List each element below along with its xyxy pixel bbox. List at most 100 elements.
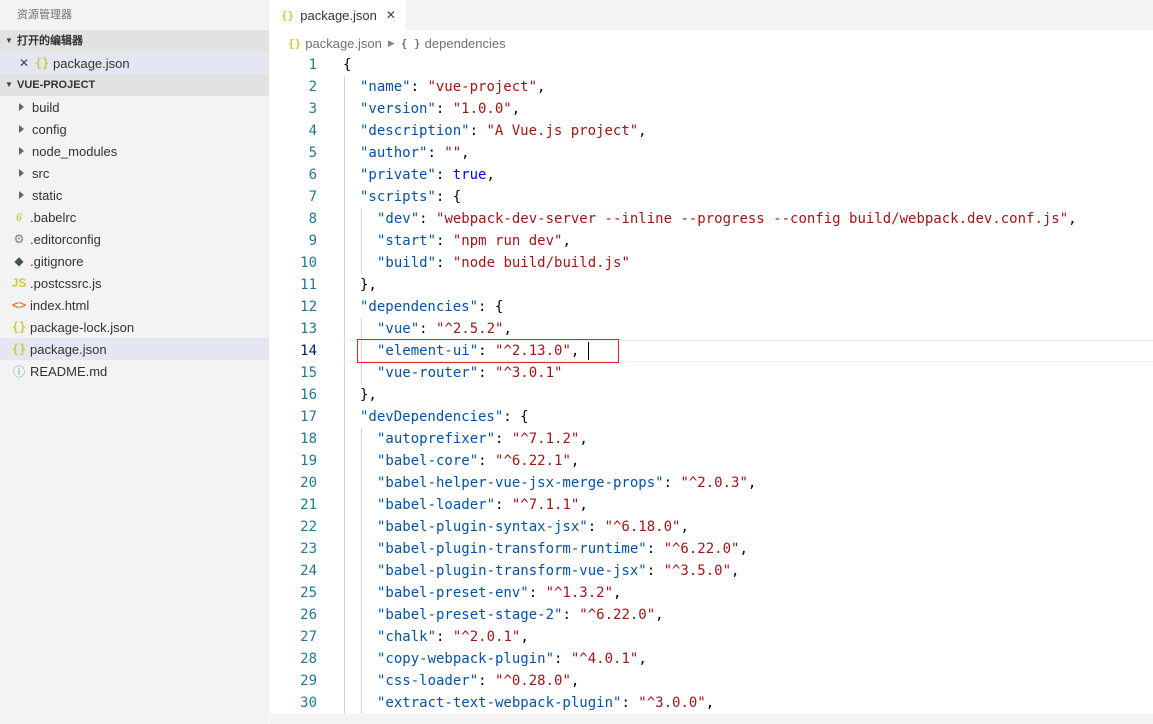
close-icon[interactable]: ✕ — [17, 56, 31, 70]
file-item-babelrc[interactable]: 6 .babelrc — [0, 206, 269, 228]
line-number: 25 — [300, 585, 317, 601]
json-string: "^2.0.3" — [680, 475, 748, 491]
json-key: "description" — [360, 123, 470, 139]
json-key: "build" — [377, 255, 437, 271]
code-line[interactable]: 10 "build": "node build/build.js" — [269, 252, 1153, 274]
code-line[interactable]: 25 "babel-preset-env": "^1.3.2", — [269, 582, 1153, 604]
open-editors-header[interactable]: ▼ 打开的编辑器 — [0, 30, 269, 52]
breadcrumb-symbol[interactable]: dependencies — [425, 36, 506, 51]
json-punctuation: : — [621, 695, 639, 711]
code-line[interactable]: 12 "dependencies": { — [269, 296, 1153, 318]
explorer-sidebar: 资源管理器 ▼ 打开的编辑器 ✕ {} package.json ▼ VUE-P… — [0, 0, 269, 724]
code-line[interactable]: 11}, — [269, 274, 1153, 296]
open-editor-label: package.json — [53, 55, 130, 71]
json-punctuation: : — [646, 541, 664, 557]
json-key: "start" — [377, 233, 437, 249]
chevron-right-icon — [19, 191, 24, 199]
tab-package-json[interactable]: {} package.json ✕ — [269, 0, 406, 30]
json-string: "^7.1.1" — [511, 497, 580, 513]
code-line[interactable]: 6 "private": true, — [269, 164, 1153, 186]
json-punctuation: , — [562, 233, 571, 249]
code-line[interactable]: 29 "css-loader": "^0.28.0", — [269, 670, 1153, 692]
file-item-editorconfig[interactable]: ⚙ .editorconfig — [0, 228, 269, 250]
code-editor[interactable]: 1{2 "name": "vue-project", 3 "version": "1.… — [269, 54, 1153, 714]
code-text: "babel-core": "^6.22.1", — [343, 450, 1153, 472]
close-icon[interactable]: ✕ — [386, 8, 396, 22]
code-text: "babel-helper-vue-jsx-merge-props": "^2.… — [343, 472, 1153, 494]
open-editor-item[interactable]: ✕ {} package.json — [0, 52, 269, 74]
json-key: "author" — [360, 145, 428, 161]
file-item-readme[interactable]: ⓘ README.md — [0, 360, 269, 382]
json-punctuation: : — [478, 365, 496, 381]
json-punctuation: : { — [478, 299, 504, 315]
folder-item-static[interactable]: static — [0, 184, 269, 206]
folder-item-config[interactable]: config — [0, 118, 269, 140]
code-line[interactable]: 21 "babel-loader": "^7.1.1", — [269, 494, 1153, 516]
code-line[interactable]: 28 "copy-webpack-plugin": "^4.0.1", — [269, 648, 1153, 670]
json-punctuation: : — [435, 101, 453, 117]
code-text: { — [343, 54, 1153, 76]
object-symbol-icon: { } — [400, 36, 421, 50]
line-number: 22 — [300, 519, 317, 535]
file-item-postcssrc[interactable]: JS .postcssrc.js — [0, 272, 269, 294]
code-line[interactable]: 18 "autoprefixer": "^7.1.2", — [269, 428, 1153, 450]
code-line[interactable]: 4 "description": "A Vue.js project", — [269, 120, 1153, 142]
json-braces-icon: {} — [34, 56, 50, 70]
json-string: "^4.0.1" — [570, 651, 639, 667]
code-line[interactable]: 16}, — [269, 384, 1153, 406]
json-braces-icon: {} — [288, 36, 302, 50]
folder-label: build — [32, 99, 60, 115]
code-line[interactable]: 9 "start": "npm run dev", — [269, 230, 1153, 252]
code-text: "dependencies": { — [343, 296, 1153, 318]
project-header[interactable]: ▼ VUE-PROJECT — [0, 74, 269, 96]
code-line[interactable]: 8 "dev": "webpack-dev-server --inline --p… — [269, 208, 1153, 230]
file-label: .gitignore — [30, 253, 84, 269]
code-line[interactable]: 15 "vue-router": "^3.0.1" — [269, 362, 1153, 384]
code-text: "version": "1.0.0", — [343, 98, 1153, 120]
code-text: "babel-plugin-transform-runtime": "^6.22… — [343, 538, 1153, 560]
json-braces-icon: {} — [11, 320, 27, 334]
code-line[interactable]: 7 "scripts": { — [269, 186, 1153, 208]
json-punctuation: , — [705, 695, 715, 711]
code-line[interactable]: 23 "babel-plugin-transform-runtime": "^6.… — [269, 538, 1153, 560]
json-punctuation: : — [410, 79, 428, 95]
json-punctuation: , — [570, 673, 580, 689]
breadcrumb-file[interactable]: package.json — [305, 36, 382, 51]
file-item-package-json[interactable]: {} package.json — [0, 338, 269, 360]
code-line[interactable]: 27 "chalk": "^2.0.1", — [269, 626, 1153, 648]
code-line[interactable]: 1{ — [269, 54, 1153, 76]
code-line[interactable]: 19 "babel-core": "^6.22.1", — [269, 450, 1153, 472]
code-line[interactable]: 30 "extract-text-webpack-plugin": "^3.0.0… — [269, 692, 1153, 714]
code-text: }, — [343, 274, 1153, 296]
code-line[interactable]: 3 "version": "1.0.0", — [269, 98, 1153, 120]
json-punctuation: : — [495, 431, 512, 447]
file-item-index-html[interactable]: <> index.html — [0, 294, 269, 316]
code-line[interactable]: 20 "babel-helper-vue-jsx-merge-props": "^… — [269, 472, 1153, 494]
json-punctuation: : — [435, 167, 453, 183]
code-line[interactable]: 13 "vue": "^2.5.2", — [269, 318, 1153, 340]
folder-item-build[interactable]: build — [0, 96, 269, 118]
code-line[interactable]: 24 "babel-plugin-transform-vue-jsx": "^3.… — [269, 560, 1153, 582]
json-key: "babel-helper-vue-jsx-merge-props" — [377, 475, 664, 491]
line-number: 2 — [308, 79, 317, 95]
horizontal-scrollbar[interactable] — [270, 714, 1153, 724]
json-punctuation: , — [638, 123, 647, 139]
file-item-package-lock[interactable]: {} package-lock.json — [0, 316, 269, 338]
gear-icon: ⚙ — [13, 232, 25, 246]
json-string: "^2.5.2" — [436, 321, 504, 337]
json-string: "^1.3.2" — [545, 585, 614, 601]
folder-item-node-modules[interactable]: node_modules — [0, 140, 269, 162]
line-number: 4 — [308, 123, 317, 139]
json-punctuation: , — [655, 607, 664, 623]
folder-item-src[interactable]: src — [0, 162, 269, 184]
code-line[interactable]: 2 "name": "vue-project", — [269, 76, 1153, 98]
code-line[interactable]: 5 "author": "", — [269, 142, 1153, 164]
json-string: "webpack-dev-server --inline --progress … — [436, 211, 1069, 227]
json-key: "autoprefixer" — [377, 431, 496, 447]
code-text: "babel-plugin-syntax-jsx": "^6.18.0", — [343, 516, 1153, 538]
code-line[interactable]: 22 "babel-plugin-syntax-jsx": "^6.18.0", — [269, 516, 1153, 538]
code-line[interactable]: 17 "devDependencies": { — [269, 406, 1153, 428]
code-text: "css-loader": "^0.28.0", — [343, 670, 1153, 692]
file-item-gitignore[interactable]: ◆ .gitignore — [0, 250, 269, 272]
code-line[interactable]: 26 "babel-preset-stage-2": "^6.22.0", — [269, 604, 1153, 626]
